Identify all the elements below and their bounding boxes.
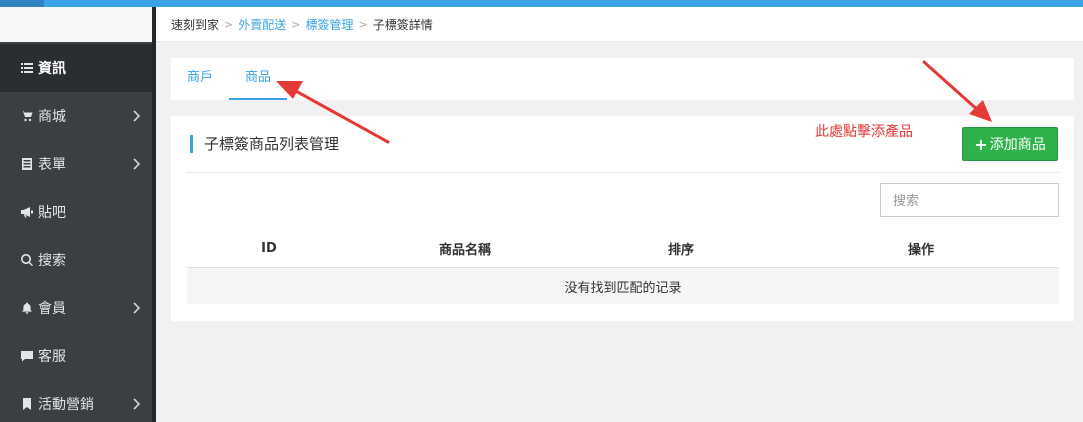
breadcrumb-item-home[interactable]: 速刻到家 (171, 16, 219, 33)
sidebar-item-label: 表單 (38, 157, 66, 173)
form-icon (20, 157, 34, 171)
add-product-button-label: 添加商品 (989, 137, 1046, 153)
product-list-panel: 子標簽商品列表管理 + 添加商品 ID 商品名稱 排序 操作 没有找到匹配的记录 (171, 116, 1074, 321)
chevron-right-icon (130, 301, 142, 315)
column-header-actions[interactable]: 操作 (783, 230, 1059, 267)
sidebar-item-label: 搜索 (38, 253, 66, 269)
top-bar (0, 0, 1083, 7)
sidebar-item-label: 會員 (38, 301, 66, 317)
top-bar-left (0, 0, 44, 7)
bell-icon (20, 301, 34, 315)
divider (186, 172, 1059, 173)
product-table: ID 商品名稱 排序 操作 没有找到匹配的记录 (187, 230, 1059, 304)
tab-products[interactable]: 商品 (229, 58, 287, 100)
sidebar-header-strip (0, 7, 152, 42)
search-icon (20, 253, 34, 267)
search-input[interactable] (880, 183, 1059, 217)
sidebar: 資訊 商城 表單 貼吧 搜索 會員 客服 活動營銷 (0, 7, 156, 422)
chevron-right-icon (130, 397, 142, 411)
add-product-button[interactable]: + 添加商品 (962, 127, 1058, 161)
sidebar-item-label: 活動營銷 (38, 397, 94, 413)
sidebar-item-label: 客服 (38, 349, 66, 365)
column-header-product-name[interactable]: 商品名稱 (351, 230, 579, 267)
sidebar-item-mall[interactable]: 商城 (0, 92, 152, 140)
tab-bar: 商戶 商品 (171, 58, 1074, 100)
breadcrumb-separator-icon: > (291, 17, 301, 31)
breadcrumb-item-tag-management[interactable]: 標簽管理 (305, 16, 353, 33)
sidebar-item-forms[interactable]: 表單 (0, 140, 152, 188)
chat-icon (20, 349, 34, 363)
annotation-text: 此處點擊添產品 (815, 124, 913, 140)
sidebar-scrollbar[interactable] (152, 7, 156, 422)
sidebar-item-support[interactable]: 客服 (0, 332, 152, 380)
megaphone-icon (20, 205, 34, 219)
breadcrumb-item-delivery[interactable]: 外賣配送 (238, 16, 286, 33)
sidebar-item-search[interactable]: 搜索 (0, 236, 152, 284)
chevron-right-icon (130, 109, 142, 123)
breadcrumb-separator-icon: > (358, 17, 368, 31)
table-header: ID 商品名稱 排序 操作 (187, 230, 1059, 268)
column-header-id[interactable]: ID (187, 230, 351, 267)
sidebar-item-label: 商城 (38, 109, 66, 125)
breadcrumb-separator-icon: > (224, 17, 234, 31)
sidebar-item-forum[interactable]: 貼吧 (0, 188, 152, 236)
tab-merchants[interactable]: 商戶 (186, 58, 214, 100)
table-empty-row: 没有找到匹配的记录 (187, 268, 1059, 304)
sidebar-item-label: 貼吧 (38, 205, 66, 221)
breadcrumb: 速刻到家 > 外賣配送 > 標簽管理 > 子標簽詳情 (156, 7, 1083, 42)
chevron-right-icon (130, 157, 142, 171)
plus-icon: + (974, 134, 988, 154)
sidebar-item-members[interactable]: 會員 (0, 284, 152, 332)
sidebar-item-marketing[interactable]: 活動營銷 (0, 380, 152, 422)
breadcrumb-item-current: 子標簽詳情 (372, 17, 433, 32)
panel-title: 子標簽商品列表管理 (190, 135, 339, 153)
bookmark-icon (20, 397, 34, 411)
cart-icon (20, 109, 34, 123)
column-header-sort[interactable]: 排序 (579, 230, 783, 267)
sidebar-item-info[interactable]: 資訊 (0, 44, 152, 92)
sidebar-item-label: 資訊 (38, 61, 66, 77)
list-icon (20, 61, 34, 75)
